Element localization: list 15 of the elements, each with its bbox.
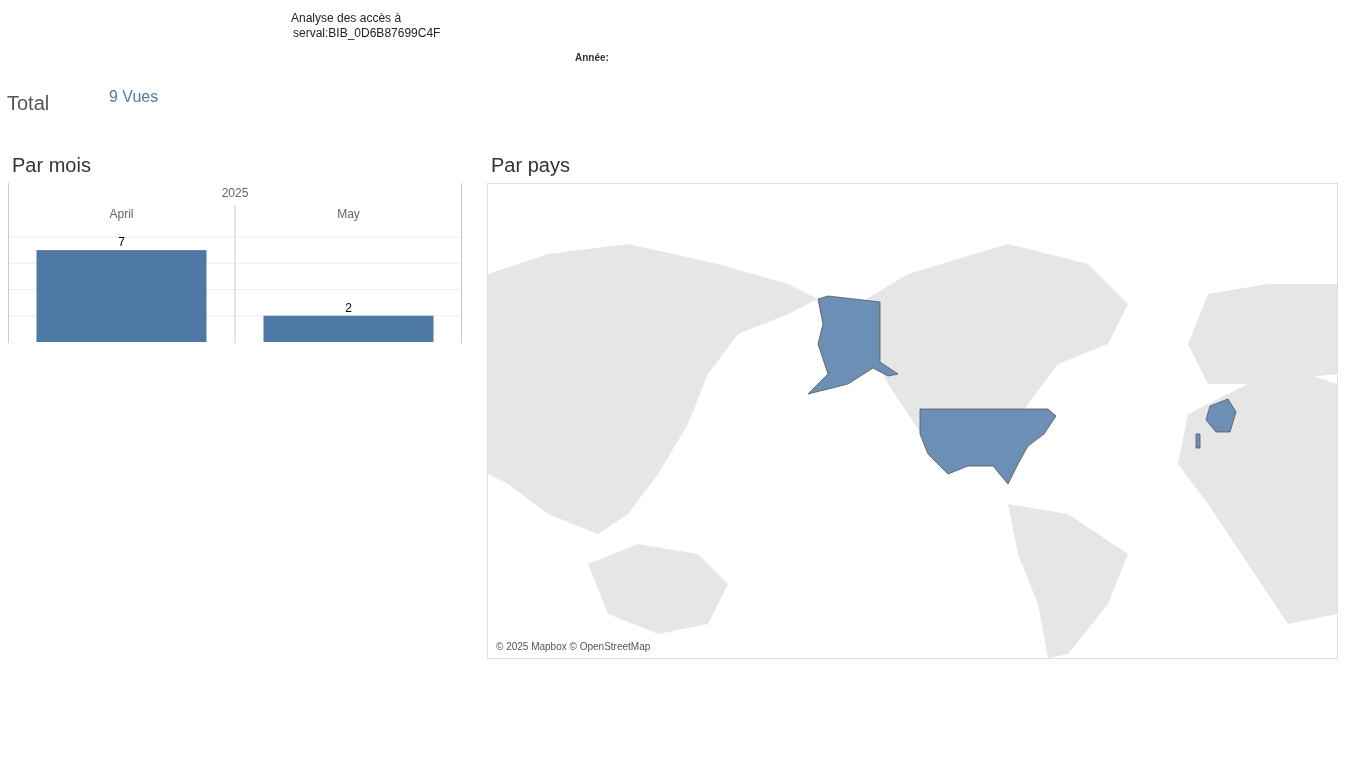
- category-label: May: [337, 207, 360, 221]
- map[interactable]: © 2025 Mapbox © OpenStreetMap: [487, 183, 1338, 659]
- report-title: Analyse des accès à: [291, 11, 403, 26]
- report-title: serval:BIB_0D6B87699C4F: [292, 26, 441, 41]
- filter-label: Année:: [575, 51, 609, 65]
- total-value: 9 Vues: [109, 87, 159, 107]
- map-title: Par pays: [491, 153, 570, 178]
- category-label: April: [109, 207, 134, 221]
- total-label: Total: [7, 91, 50, 116]
- bar[interactable]: [263, 315, 434, 342]
- chart-title: Par mois: [12, 153, 91, 178]
- map-attribution: © 2025 Mapbox © OpenStreetMap: [494, 639, 653, 654]
- data-label: 7: [118, 235, 125, 250]
- data-label: 2: [345, 300, 352, 315]
- chart-header: 2025: [221, 186, 249, 200]
